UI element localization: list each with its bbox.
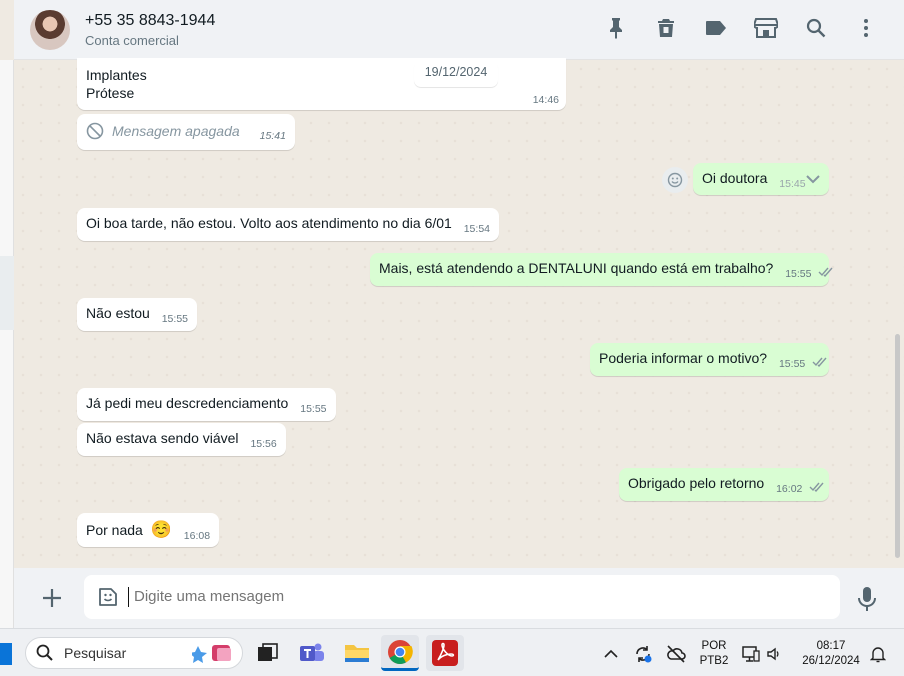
monitor-phone-icon[interactable]	[742, 645, 760, 663]
keyboard-layout: PTB2	[699, 655, 729, 667]
message-incoming[interactable]: Oi boa tarde, não estou. Volto aos atend…	[77, 208, 499, 241]
message-time: 15:54	[463, 223, 490, 235]
contact-name: +55 35 8843-1944	[85, 11, 216, 29]
pin-icon[interactable]	[604, 16, 628, 40]
clock-date: 26/12/2024	[802, 655, 860, 667]
acrobat-icon[interactable]	[426, 635, 464, 671]
chat-scrollbar[interactable]	[895, 334, 900, 558]
background-window-strip-highlight	[0, 256, 14, 330]
clock-time: 08:17	[816, 640, 846, 652]
message-outgoing[interactable]: Mais, está atendendo a DENTALUNI quando …	[370, 253, 833, 286]
message-incoming-deleted[interactable]: Mensagem apagada 15:41	[77, 114, 295, 150]
search-highlight-icon	[192, 645, 231, 663]
message-incoming[interactable]: Por nada ☺️ 16:08	[77, 513, 220, 547]
message-text: Oi doutora	[702, 170, 768, 186]
tray-overflow-chevron-icon[interactable]	[604, 649, 618, 659]
message-text: Não estou	[86, 305, 150, 321]
message-time: 15:55	[785, 268, 812, 280]
taskbar-search[interactable]: Pesquisar	[25, 637, 243, 669]
store-icon[interactable]	[754, 16, 778, 40]
contact-info[interactable]: +55 35 8843-1944 Conta comercial	[85, 12, 215, 48]
message-time: 15:41	[259, 130, 286, 142]
message-text: Mais, está atendendo a DENTALUNI quando …	[379, 260, 774, 276]
delete-icon[interactable]	[654, 16, 678, 40]
message-text: Não estava sendo viável	[86, 430, 239, 446]
language-indicator[interactable]: POR PTB2	[697, 639, 731, 669]
contact-subtitle: Conta comercial	[85, 32, 179, 48]
message-input[interactable]	[131, 586, 771, 608]
message-time: 16:02	[776, 483, 803, 495]
message-time: 15:55	[161, 313, 188, 325]
message-text: Obrigado pelo retorno	[628, 475, 765, 491]
message-text-line: Prótese	[86, 85, 135, 101]
clock[interactable]: 08:17 26/12/2024	[795, 639, 867, 669]
date-chip: 19/12/2024	[414, 61, 498, 87]
read-ticks-icon	[812, 357, 827, 367]
message-incoming[interactable]: Não estava sendo viável 15:56	[77, 423, 286, 456]
message-time: 14:46	[532, 94, 559, 106]
message-time: 15:55	[778, 358, 806, 370]
message-text: Oi boa tarde, não estou. Volto aos atend…	[86, 215, 452, 231]
composer-bar	[14, 568, 904, 628]
file-explorer-icon[interactable]	[338, 635, 376, 671]
message-time: 15:56	[250, 438, 277, 450]
contact-avatar[interactable]	[30, 9, 70, 50]
message-input-box[interactable]	[84, 575, 840, 619]
message-time: 16:08	[183, 530, 211, 542]
taskbar-search-text: Pesquisar	[64, 645, 127, 661]
windows-taskbar: Pesquisar POR PTB2 08:17 26/12/2024	[0, 628, 904, 676]
language-code: POR	[701, 640, 727, 652]
read-ticks-icon	[818, 267, 833, 277]
message-time: 15:45	[779, 178, 806, 190]
header-actions	[604, 16, 878, 40]
deleted-message-text: Mensagem apagada	[112, 123, 240, 139]
message-text: Já pedi meu descredenciamento	[86, 395, 289, 411]
attach-plus-icon[interactable]	[40, 586, 64, 610]
text-caret	[128, 587, 129, 607]
teams-icon[interactable]	[293, 635, 331, 671]
message-text: Poderia informar o motivo?	[599, 350, 768, 366]
notification-bell-icon[interactable]	[870, 645, 886, 663]
message-incoming[interactable]: Já pedi meu descredenciamento 15:55	[77, 388, 336, 421]
deleted-message: Mensagem apagada 15:41	[86, 122, 286, 142]
task-view-icon[interactable]	[249, 635, 287, 671]
read-ticks-icon	[809, 482, 824, 492]
microphone-icon[interactable]	[856, 586, 878, 612]
chrome-icon[interactable]	[381, 635, 419, 671]
menu-dots-icon[interactable]	[854, 16, 878, 40]
windows-start-icon[interactable]	[0, 643, 12, 665]
sticker-icon[interactable]	[96, 585, 120, 609]
sync-icon[interactable]	[633, 644, 653, 664]
smiley-icon	[667, 172, 683, 188]
emoji-react-button[interactable]	[662, 167, 688, 193]
chevron-down-icon[interactable]	[806, 174, 820, 184]
message-text: Por nada	[86, 522, 143, 538]
message-outgoing[interactable]: Obrigado pelo retorno 16:02	[619, 468, 829, 501]
message-outgoing[interactable]: Poderia informar o motivo? 15:55	[590, 343, 829, 376]
message-time: 15:55	[300, 403, 327, 415]
blocked-icon	[86, 122, 104, 140]
background-window-strip	[0, 60, 14, 628]
label-icon[interactable]	[704, 16, 728, 40]
chat-header: +55 35 8843-1944 Conta comercial	[14, 0, 904, 60]
search-icon	[36, 644, 53, 661]
message-incoming[interactable]: Não estou 15:55	[77, 298, 197, 331]
speaker-icon[interactable]	[766, 646, 782, 662]
message-outgoing[interactable]: Oi doutora 15:45	[693, 163, 829, 195]
cloud-off-icon[interactable]	[666, 645, 686, 663]
search-icon[interactable]	[804, 16, 828, 40]
smiling-face-emoji: ☺️	[150, 520, 172, 540]
